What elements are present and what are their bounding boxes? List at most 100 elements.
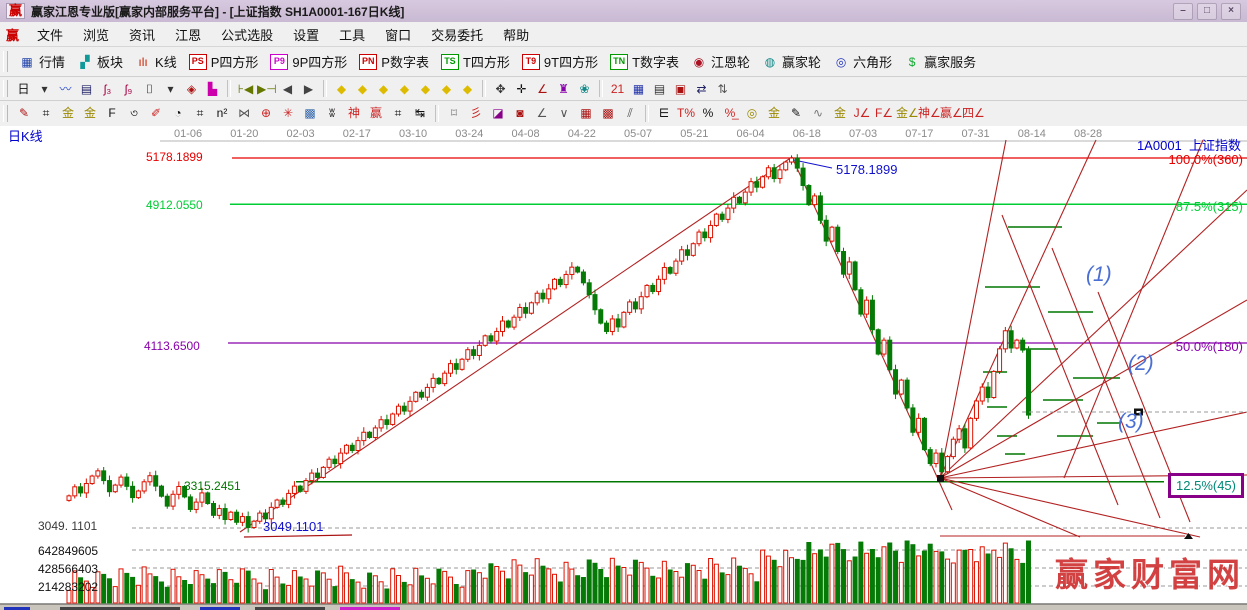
k-count-tool-icon[interactable]: ʬ [322, 104, 342, 123]
single-candle-dropdown-icon[interactable]: ▾ [161, 80, 180, 98]
save-button-icon[interactable]: ▣ [671, 80, 690, 98]
t-table-button[interactable]: TNT数字表 [604, 51, 685, 72]
grid-tool-icon[interactable]: ⌗ [190, 104, 210, 123]
brain-tool-button-icon[interactable]: ❀ [575, 80, 594, 98]
menu-item-交易委托[interactable]: 交易委托 [421, 22, 493, 47]
percent-line-tool-icon[interactable]: %̲ [720, 104, 740, 123]
close-button[interactable]: × [1221, 3, 1241, 20]
next-bar-button-icon[interactable]: ▶ [299, 80, 318, 98]
pencil-tool-icon[interactable]: ✎ [14, 104, 34, 123]
diamond-star-button-icon[interactable]: ◆ [416, 80, 435, 98]
diamond-left-button-icon[interactable]: ◆ [332, 80, 351, 98]
span-arrow-tool-icon[interactable]: ↹ [410, 104, 430, 123]
level-list-tool-icon[interactable]: ⋿ [654, 104, 674, 123]
gold-angle-tool-icon[interactable]: 金 [830, 104, 850, 123]
toolbar-grip[interactable] [3, 80, 8, 96]
prev-bar-button-icon[interactable]: ◀ [278, 80, 297, 98]
shen-angle-tool-icon[interactable]: 神∠ [918, 104, 938, 123]
av-wave-tool-icon[interactable]: ∿ [808, 104, 828, 123]
diamond-quad-button-icon[interactable]: ◆ [437, 80, 456, 98]
chart-area[interactable]: 日K线 01-0601-2002-0302-1703-1003-2404-080… [0, 126, 1247, 609]
diamond-right-button-icon[interactable]: ◆ [353, 80, 372, 98]
gold-angle2-tool-icon[interactable]: 金∠ [896, 104, 916, 123]
kline-button[interactable]: ılıK线 [129, 51, 183, 72]
n2-tool-icon[interactable]: n² [212, 104, 232, 123]
single-candle-button-icon[interactable]: ⌷ [140, 80, 159, 98]
rect-tool-icon[interactable]: ⌑ [444, 104, 464, 123]
mirror-angle-tool-icon[interactable]: ⋈ [234, 104, 254, 123]
menu-item-浏览[interactable]: 浏览 [73, 22, 119, 47]
si-angle-tool-icon[interactable]: 四∠ [962, 104, 982, 123]
f10-report-button-icon[interactable]: ▤ [77, 80, 96, 98]
f-square-tool-icon[interactable]: F [102, 104, 122, 123]
star-grid-tool-icon[interactable]: ✳ [278, 104, 298, 123]
spiral-tool-icon[interactable]: ৩ [124, 104, 144, 123]
t-percent-tool-icon[interactable]: T% [676, 104, 696, 123]
gold-square-tool-icon[interactable]: 金 [58, 104, 78, 123]
gann-shape-button-icon[interactable]: ♜ [554, 80, 573, 98]
red-box-grid-tool-icon[interactable]: ▩ [598, 104, 618, 123]
angle-measure-button-icon[interactable]: ∠ [533, 80, 552, 98]
ruler-123-tool-icon[interactable]: ⌗ [388, 104, 408, 123]
maximize-button[interactable]: □ [1197, 3, 1217, 20]
hexagon-button[interactable]: ◎六角形 [827, 51, 898, 72]
box-grid-tool-icon[interactable]: ▩ [300, 104, 320, 123]
gann-circle-tool-icon[interactable]: ◔ [168, 104, 188, 123]
quotes-button[interactable]: ▦行情 [13, 51, 71, 72]
diamond-all-button-icon[interactable]: ◆ [458, 80, 477, 98]
hand-tool-button-icon[interactable]: ✥ [491, 80, 510, 98]
notes-button-icon[interactable]: ▤ [650, 80, 669, 98]
red-grid-tool-icon[interactable]: ▦ [576, 104, 596, 123]
minutes-9-button-icon[interactable]: ʃ₉ [119, 80, 138, 98]
pattern-active-button-icon[interactable]: ◈ [182, 80, 201, 98]
candle-type-button-icon[interactable]: 日 [14, 80, 33, 98]
color-histogram-button-icon[interactable]: ▙ [203, 80, 222, 98]
first-bar-button-icon[interactable]: ⊦◀ [236, 80, 255, 98]
menu-item-资讯[interactable]: 资讯 [119, 22, 165, 47]
gold-level-tool-icon[interactable]: 金 [764, 104, 784, 123]
toolbar-grip[interactable] [3, 51, 8, 71]
calculator-button-icon[interactable]: ▦ [629, 80, 648, 98]
winner-wheel-button[interactable]: ◍赢家轮 [756, 51, 827, 72]
parallel-lines-tool-icon[interactable]: ⫽ [620, 104, 640, 123]
angle-set-tool-icon[interactable]: ∠ [532, 104, 552, 123]
gann-grid-tool-icon[interactable]: ⌗ [36, 104, 56, 123]
percent-tool-icon[interactable]: % [698, 104, 718, 123]
minutes-3-button-icon[interactable]: ʃ₃ [98, 80, 117, 98]
fan-box-tool-icon[interactable]: ◙ [510, 104, 530, 123]
gold-square2-tool-icon[interactable]: 金 [80, 104, 100, 123]
v-wave-tool-icon[interactable]: ∨ [554, 104, 574, 123]
menu-item-江恩[interactable]: 江恩 [165, 22, 211, 47]
t-square-button[interactable]: TST四方形 [435, 51, 516, 72]
mark-pen-tool-icon[interactable]: ✎ [786, 104, 806, 123]
target-tool-icon[interactable]: ⊕ [256, 104, 276, 123]
brush-tool-icon[interactable]: ✐ [146, 104, 166, 123]
win-ruler-tool-icon[interactable]: 赢 [366, 104, 386, 123]
calendar-button-icon[interactable]: 21 [608, 80, 627, 98]
menu-item-文件[interactable]: 文件 [27, 22, 73, 47]
fan-arc-tool-icon[interactable]: ◪ [488, 104, 508, 123]
candle-type-dropdown-icon[interactable]: ▾ [35, 80, 54, 98]
diamond-swap-button-icon[interactable]: ◆ [374, 80, 393, 98]
menu-item-窗口[interactable]: 窗口 [375, 22, 421, 47]
last-bar-button-icon[interactable]: ▶⊣ [257, 80, 276, 98]
win-angle-tool-icon[interactable]: 赢∠ [940, 104, 960, 123]
menu-item-帮助[interactable]: 帮助 [493, 22, 539, 47]
export-button-icon[interactable]: ⇄ [692, 80, 711, 98]
fan-tool-icon[interactable]: 彡 [466, 104, 486, 123]
import-button-icon[interactable]: ⇅ [713, 80, 732, 98]
sectors-button[interactable]: ▞板块 [71, 51, 129, 72]
j-angle-tool-icon[interactable]: J∠ [852, 104, 872, 123]
9t-square-button[interactable]: T99T四方形 [516, 51, 604, 72]
menu-item-工具[interactable]: 工具 [329, 22, 375, 47]
p-table-button[interactable]: PNP数字表 [353, 51, 435, 72]
minimize-button[interactable]: – [1173, 3, 1193, 20]
menu-item-设置[interactable]: 设置 [283, 22, 329, 47]
p-square-button[interactable]: PSP四方形 [183, 51, 265, 72]
f-angle-tool-icon[interactable]: F∠ [874, 104, 894, 123]
pattern-search-button-icon[interactable]: 〰 [56, 80, 75, 98]
diamond-cross-button-icon[interactable]: ◆ [395, 80, 414, 98]
9p-square-button[interactable]: P99P四方形 [264, 51, 353, 72]
menu-item-公式选股[interactable]: 公式选股 [211, 22, 283, 47]
winner-service-button[interactable]: $赢家服务 [898, 51, 982, 72]
